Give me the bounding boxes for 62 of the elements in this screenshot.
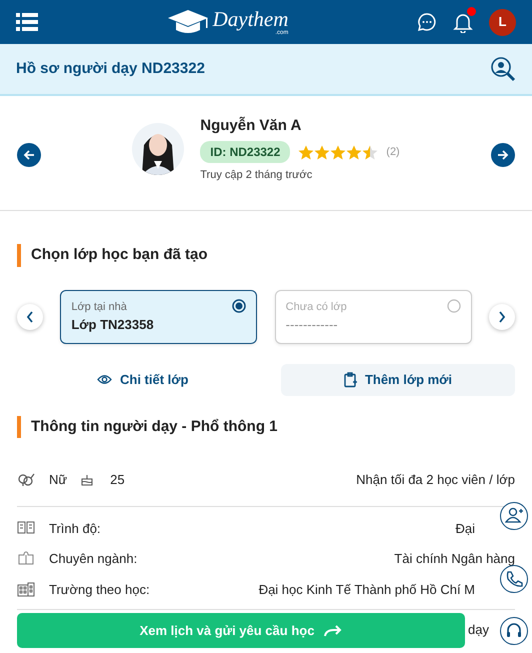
section-title: Thông tin người dạy - Phổ thông 1 (17, 416, 515, 438)
class-card[interactable]: Chưa có lớp ------------ (274, 290, 472, 344)
menu-button[interactable] (16, 10, 38, 34)
info-label: Trường theo học: (49, 580, 150, 599)
logo-text: Daythem (212, 8, 288, 30)
info-value: Đại học Kinh Tế Thành phố Hồ Chí M (258, 580, 476, 599)
clipboard-plus-icon (344, 372, 357, 388)
last-access-text: Truy cập 2 tháng trước (200, 168, 314, 183)
gender-icon (17, 472, 35, 487)
previous-button[interactable] (17, 143, 41, 167)
next-button[interactable] (490, 143, 515, 167)
eye-icon (97, 374, 112, 385)
review-count: (2) (386, 144, 400, 160)
class-value: ------------ (286, 316, 339, 334)
star-icon (298, 144, 314, 160)
star-icon (346, 144, 362, 160)
menu-icon (16, 12, 38, 32)
search-tutor-button[interactable] (490, 56, 516, 82)
arrow-left-icon (23, 149, 35, 161)
headset-icon (505, 622, 523, 640)
class-label: Chưa có lớp (286, 300, 347, 314)
person-plus-icon (505, 507, 523, 525)
graduation-cap-icon (166, 8, 209, 36)
star-icon (362, 144, 378, 160)
info-value: Đại (455, 520, 476, 538)
chevron-left-icon (26, 310, 34, 322)
page-title: Hồ sơ người dạy ND23322 (16, 58, 205, 79)
radio-icon (446, 298, 461, 312)
radio-icon (232, 298, 246, 312)
add-class-button[interactable]: Thêm lớp mới (281, 364, 515, 396)
support-button[interactable] (500, 617, 528, 645)
arrow-right-icon (496, 149, 509, 161)
tutor-name: Nguyễn Văn A (200, 116, 302, 136)
notification-button[interactable] (453, 10, 473, 34)
info-label: Trình độ: (49, 520, 101, 538)
info-label: Chuyên ngành: (49, 550, 138, 568)
capacity-text: Nhận tối đa 2 học viên / lớp (356, 471, 515, 489)
class-detail-link[interactable]: Chi tiết lớp (97, 370, 188, 390)
carousel-next-button[interactable] (488, 304, 515, 330)
class-card[interactable]: Lớp tại nhà Lớp TN23358 (60, 290, 258, 344)
gender-text: Nữ (49, 471, 68, 489)
user-avatar[interactable]: L (489, 8, 516, 36)
id-badge: ID: ND23322 (200, 141, 290, 163)
star-icon (330, 144, 346, 160)
info-value: dạy (468, 621, 489, 639)
book-icon (17, 520, 35, 536)
building-icon (17, 582, 35, 597)
section-title: Chọn lớp học bạn đã tạo (17, 244, 515, 266)
carousel-previous-button[interactable] (17, 304, 43, 330)
search-person-icon (490, 56, 516, 82)
age-text: 25 (110, 471, 125, 489)
class-label: Lớp tại nhà (71, 300, 127, 314)
phone-icon (505, 570, 523, 588)
cake-icon (81, 473, 94, 486)
add-person-button[interactable] (500, 502, 528, 530)
class-value: Lớp TN23358 (71, 316, 155, 334)
arrow-icon (324, 624, 342, 636)
chevron-right-icon (498, 310, 506, 322)
info-value: Tài chính Ngân hàng (394, 550, 515, 568)
star-icon (314, 144, 330, 160)
call-button[interactable] (500, 565, 528, 593)
chat-icon (417, 12, 437, 32)
